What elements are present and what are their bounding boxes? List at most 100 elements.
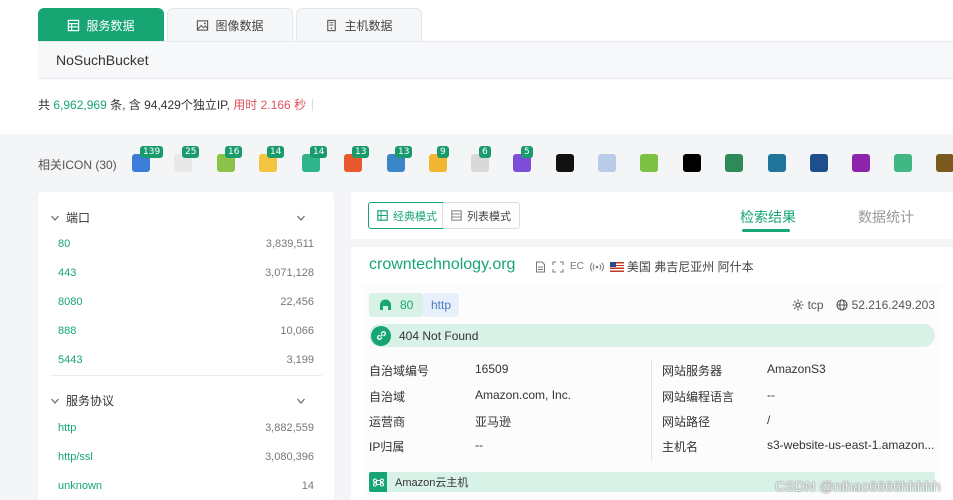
icon-3[interactable]: 16	[217, 146, 243, 172]
classic-mode-label: 经典模式	[393, 210, 437, 223]
icon-9[interactable]: 6	[471, 146, 491, 172]
facet-count: 3,071,128	[265, 267, 314, 279]
ec-badge: EC	[570, 261, 584, 272]
icon-8[interactable]: 9	[429, 146, 449, 172]
search-input[interactable]: NoSuchBucket	[38, 41, 953, 79]
facet-protocol-row[interactable]: http 3,882,559	[58, 422, 314, 434]
facet-protocol-header[interactable]: 服务协议	[50, 392, 318, 409]
info-value: AmazonS3	[767, 362, 826, 376]
document-icon[interactable]	[535, 261, 546, 273]
active-tab-underline	[742, 229, 790, 232]
us-flag-icon	[609, 261, 624, 272]
ip-info[interactable]: 52.216.249.203	[836, 298, 935, 312]
info-value: Amazon.com, Inc.	[475, 388, 572, 402]
chevron-down-icon[interactable]	[296, 396, 306, 406]
stats-mid2: 个独立IP,	[180, 98, 230, 112]
icon-10[interactable]: 5	[513, 146, 533, 172]
transport-info: tcp	[792, 298, 824, 312]
tab-service-data-label: 服务数据	[86, 18, 135, 33]
icon-11[interactable]	[556, 154, 574, 172]
icon-20[interactable]	[936, 154, 953, 172]
icon-16[interactable]	[768, 154, 786, 172]
facet-key: unknown	[58, 480, 103, 492]
icon-6[interactable]: 13	[344, 146, 370, 172]
watermark: CSDN @nihao6666hhhhh	[774, 478, 941, 494]
result-domain-link[interactable]: crowntechnology.org	[369, 256, 515, 274]
icon-5[interactable]: 14	[302, 146, 328, 172]
result-domain-actions: EC 美国 弗吉尼亚州 阿什本	[535, 258, 754, 275]
tab-image-data[interactable]: 图像数据	[167, 8, 293, 41]
facet-protocol-row[interactable]: unknown 14	[58, 480, 314, 492]
icon-12[interactable]	[598, 154, 616, 172]
ip-value: 52.216.249.203	[851, 298, 935, 312]
facet-port-title: 端口	[66, 211, 91, 225]
http-status-bar: 404 Not Found	[369, 324, 935, 347]
signal-icon	[590, 261, 604, 272]
icon-7[interactable]: 13	[387, 146, 413, 172]
protocol-badge[interactable]: http	[423, 293, 460, 317]
info-label: 网站路径	[662, 415, 711, 429]
facet-key: 443	[58, 267, 77, 279]
result-stats: 共 6,962,969 条, 含 94,429个独立IP, 用时 2.166 秒	[38, 96, 313, 113]
info-value: 亚马逊	[475, 415, 512, 429]
info-label: 自治域编号	[369, 364, 430, 378]
stats-ip-count: 94,429	[144, 98, 181, 112]
tab-search-results[interactable]: 检索结果	[740, 207, 796, 227]
tab-host-data[interactable]: 主机数据	[296, 8, 422, 41]
facet-port-row[interactable]: 8080 22,456	[58, 296, 314, 308]
info-label: 主机名	[662, 440, 699, 454]
transport-value: tcp	[807, 298, 824, 312]
stats-mid1: 条, 含	[110, 98, 141, 112]
icon-count-badge: 13	[395, 146, 413, 158]
result-location: 美国 弗吉尼亚州 阿什本	[626, 260, 754, 274]
icon-2[interactable]: 25	[174, 146, 200, 172]
search-query-text: NoSuchBucket	[56, 52, 149, 68]
facet-port-header[interactable]: 端口	[50, 209, 318, 226]
classic-mode-button[interactable]: 经典模式	[368, 202, 446, 229]
command-icon	[369, 472, 387, 492]
tab-statistics[interactable]: 数据统计	[858, 207, 914, 227]
icon-14[interactable]	[683, 154, 701, 172]
facet-port-row[interactable]: 888 10,066	[58, 325, 314, 337]
facet-port-row[interactable]: 80 3,839,511	[58, 238, 314, 250]
icon-count-badge: 13	[352, 146, 370, 158]
results-panel: 经典模式 列表模式 检索结果 数据统计 crowntechnology.org …	[351, 192, 953, 500]
facet-protocol-title: 服务协议	[66, 394, 115, 408]
list-icon	[451, 210, 462, 221]
facet-port-row[interactable]: 5443 3,199	[58, 354, 314, 366]
transport-icon	[792, 299, 804, 311]
screenshot-icon[interactable]	[552, 261, 564, 273]
list-mode-button[interactable]: 列表模式	[442, 202, 520, 229]
icon-1[interactable]: 139	[132, 146, 164, 172]
facet-port-row[interactable]: 443 3,071,128	[58, 267, 314, 279]
related-icons-label: 相关ICON (30)	[38, 158, 117, 172]
info-label: 网站编程语言	[662, 390, 735, 404]
info-label: 网站服务器	[662, 364, 723, 378]
result-network-meta: tcp 52.216.249.203	[792, 298, 935, 312]
port-badge[interactable]: 80	[369, 293, 424, 317]
icon-15[interactable]	[725, 154, 743, 172]
tab-host-data-label: 主机数据	[344, 18, 393, 33]
icon-13[interactable]	[640, 154, 658, 172]
facet-key: 80	[58, 238, 71, 250]
cloud-host-tag-label: Amazon云主机	[395, 477, 469, 489]
icon-18[interactable]	[852, 154, 870, 172]
tab-service-data[interactable]: 服务数据	[38, 8, 164, 41]
icon-19[interactable]	[894, 154, 912, 172]
icon-17[interactable]	[810, 154, 828, 172]
facet-count: 14	[301, 480, 314, 492]
icon-count-badge: 6	[479, 146, 491, 158]
facet-count: 3,839,511	[265, 238, 314, 250]
http-status-text: 404 Not Found	[399, 328, 479, 343]
facet-protocol-row[interactable]: http/ssl 3,080,396	[58, 451, 314, 463]
facet-key: http/ssl	[58, 451, 93, 463]
info-label: 自治域	[369, 390, 406, 404]
icon-count-badge: 14	[310, 146, 328, 158]
facet-key: 888	[58, 325, 77, 337]
chevron-down-icon[interactable]	[296, 213, 306, 223]
icon-4[interactable]: 14	[259, 146, 285, 172]
grid-icon	[377, 210, 388, 221]
info-value: s3-website-us-east-1.amazon...	[767, 438, 935, 452]
stats-divider	[312, 99, 313, 111]
icon-count-badge: 5	[521, 146, 533, 158]
